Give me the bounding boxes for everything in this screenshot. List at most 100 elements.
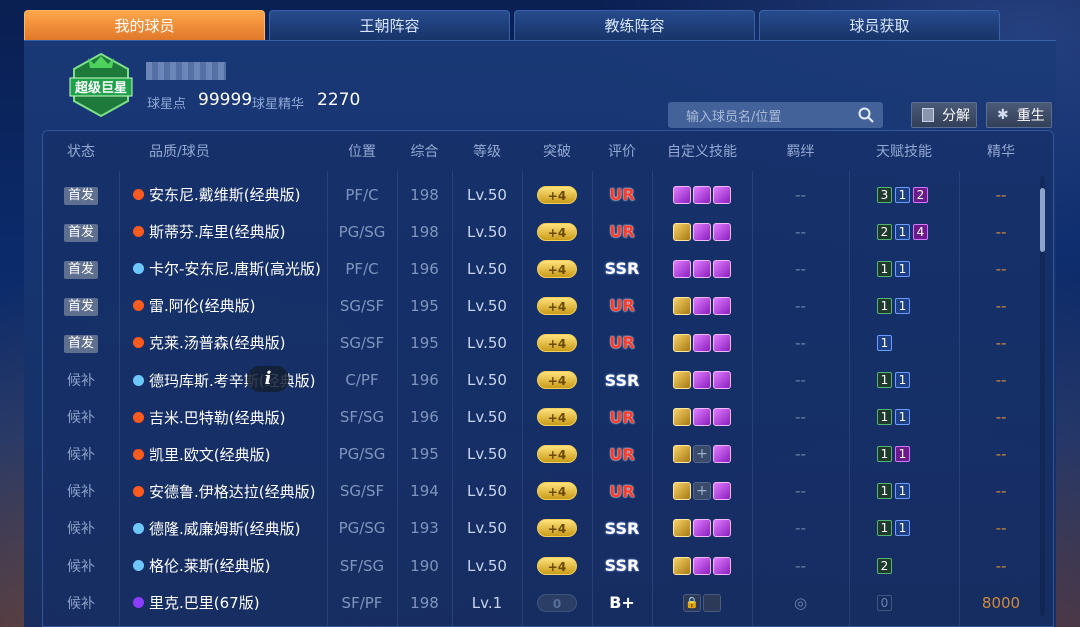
talent-badge: 1 [895,409,910,426]
search-placeholder: 输入球员名/位置 [686,109,782,125]
grade-badge: SSR [604,370,640,390]
tab-3[interactable]: 球员获取 [759,10,1000,40]
player-name[interactable]: 吉米.巴特勒(经典版) [149,407,285,428]
skill-icon [713,556,731,575]
player-name-cell[interactable]: 凯里.欧文(经典版) [119,444,327,465]
bond-cell: -- [795,259,806,278]
starter-badge: 首发 [64,186,98,205]
talent-badge: 2 [913,186,928,203]
table-row[interactable]: 候补 里克.巴里(67版) SF/PF 198 Lv.1 0 B+ 🔒 ◎ 0 8000 [43,584,1043,621]
search-icon[interactable] [857,106,875,124]
info-icon[interactable]: i [247,366,289,392]
breakthrough-cell: +4 [522,556,592,575]
player-name[interactable]: 克莱.汤普森(经典版) [149,332,285,353]
column-divider [592,171,593,626]
player-score: 198 [410,185,439,204]
table-row[interactable]: 候补 德隆.威廉姆斯(经典版) PG/SG 193 Lv.50 +4 SSR -- 1 1 -- [43,510,1043,547]
talent-badge: 1 [895,520,910,537]
player-name[interactable]: 卡尔-安东尼.唐斯(高光版) [149,258,321,279]
player-level: Lv.50 [467,482,507,501]
talent-skills: 11 [849,483,959,500]
bond-cell: -- [795,371,806,389]
talent-badge: 2 [877,557,892,574]
player-name-cell[interactable]: 安德鲁.伊格达拉(经典版) [119,481,327,502]
custom-skills [652,519,752,538]
table-row[interactable]: 候补 吉米.巴特勒(经典版) SF/SG 196 Lv.50 +4 UR -- 1 1 -- [43,399,1043,436]
skill-icon [673,408,691,427]
player-name[interactable]: 凯里.欧文(经典版) [149,444,270,465]
player-name-cell[interactable]: 卡尔-安东尼.唐斯(高光版) [119,258,327,279]
tab-1[interactable]: 王朝阵容 [269,10,510,40]
table-row[interactable]: 首发 克莱.汤普森(经典版) SG/SF 195 Lv.50 +4 UR -- 1 -- [43,324,1043,361]
add-skill-icon[interactable]: + [693,482,711,501]
breakthrough-badge: +4 [537,556,577,575]
rebirth-button[interactable]: ✱ 重生 [986,102,1052,128]
breakthrough-badge: +4 [537,222,577,241]
column-header: 品质/球员 [149,144,210,160]
skill-icon [693,556,711,575]
talent-badge: 0 [877,594,892,611]
player-level: Lv.50 [467,408,507,427]
player-name[interactable]: 安东尼.戴维斯(经典版) [149,184,300,205]
bond-icon: ◎ [793,593,808,612]
column-header: 综合 [410,144,439,160]
player-name-cell[interactable]: 里克.巴里(67版) [119,592,327,613]
player-name[interactable]: 里克.巴里(67版) [149,592,260,613]
talent-skills: 11 [849,297,959,314]
table-row[interactable]: 候补 凯里.欧文(经典版) PG/SG 195 Lv.50 +4 UR + -- 1 1 -- [43,436,1043,473]
add-skill-icon[interactable]: + [693,445,711,464]
talent-skills: 11 [849,372,959,388]
table-row[interactable]: 候补 安德鲁.伊格达拉(经典版) SG/SF 194 Lv.50 +4 UR + -- 1 1 -- [43,473,1043,510]
player-name[interactable]: 格伦.莱斯(经典版) [149,555,270,576]
player-name[interactable]: 德隆.威廉姆斯(经典版) [149,518,300,539]
starter-badge: 首发 [64,260,98,279]
player-name-cell[interactable]: 斯蒂芬.库里(经典版) [119,221,327,242]
player-level: Lv.1 [471,593,503,612]
player-name-cell[interactable]: 德隆.威廉姆斯(经典版) [119,518,327,539]
decompose-button[interactable]: 分解 [911,102,977,128]
column-divider [752,171,753,626]
scrollbar-thumb[interactable] [1040,188,1045,252]
tab-2[interactable]: 教练阵容 [514,10,755,40]
player-name[interactable]: 安德鲁.伊格达拉(经典版) [149,481,315,502]
column-header: 羁绊 [786,144,815,160]
breakthrough-cell: +4 [522,222,592,241]
player-name[interactable]: 德玛库斯.考辛斯(经典版) [149,370,315,391]
skill-icon [693,333,711,352]
breakthrough-badge: +4 [537,333,577,352]
breakthrough-badge: +4 [537,371,577,389]
player-name[interactable]: 斯蒂芬.库里(经典版) [149,221,285,242]
player-position: C/PF [345,371,379,389]
custom-skills [652,222,752,241]
column-divider [652,171,653,626]
player-name-cell[interactable]: 克莱.汤普森(经典版) [119,332,327,353]
username-blurred [146,62,226,80]
player-name-cell[interactable]: 安东尼.戴维斯(经典版) [119,184,327,205]
talent-skills: 11 [849,260,959,277]
essence-cell: -- [995,185,1007,204]
table-row[interactable]: 首发 卡尔-安东尼.唐斯(高光版) PF/C 196 Lv.50 +4 SSR -- 1 1 -- [43,250,1043,287]
table-header: 状态 品质/球员 位置 综合 等级 突破 评价 自定义技能 羁绊 天赋技能 精华 [43,131,1043,171]
custom-skills: + [652,445,752,464]
table-row[interactable]: 首发 雷.阿伦(经典版) SG/SF 195 Lv.50 +4 UR -- 1 1 -- [43,287,1043,324]
tab-0[interactable]: 我的球员 [24,10,265,40]
player-position: PF/C [345,259,379,278]
table-row[interactable]: 首发 安东尼.戴维斯(经典版) PF/C 198 Lv.50 +4 UR -- 3 1 2 -- [43,176,1043,213]
player-name[interactable]: 雷.阿伦(经典版) [149,295,255,316]
bench-label: 候补 [67,447,95,464]
bond-cell: -- [795,185,806,204]
custom-skills: 🔒 [652,593,752,612]
table-row[interactable]: 候补 格伦.莱斯(经典版) SF/SG 190 Lv.50 +4 SSR -- 2 -- [43,547,1043,584]
search-input[interactable]: 输入球员名/位置 [668,102,883,128]
custom-skills [652,296,752,315]
player-name-cell[interactable]: 德玛库斯.考辛斯(经典版) [119,370,327,391]
player-name-cell[interactable]: 格伦.莱斯(经典版) [119,555,327,576]
talent-skills: 11 [849,409,959,426]
player-name-cell[interactable]: 吉米.巴特勒(经典版) [119,407,327,428]
table-row[interactable]: 候补 德玛库斯.考辛斯(经典版) C/PF 196 Lv.50 +4 SSR -- 1 1 -- [43,362,1043,399]
talent-badge: 1 [895,483,910,500]
column-divider [327,171,328,626]
talent-skills: 1 [849,334,959,351]
player-name-cell[interactable]: 雷.阿伦(经典版) [119,295,327,316]
table-row[interactable]: 首发 斯蒂芬.库里(经典版) PG/SG 198 Lv.50 +4 UR -- 2 1 4 -- [43,213,1043,250]
